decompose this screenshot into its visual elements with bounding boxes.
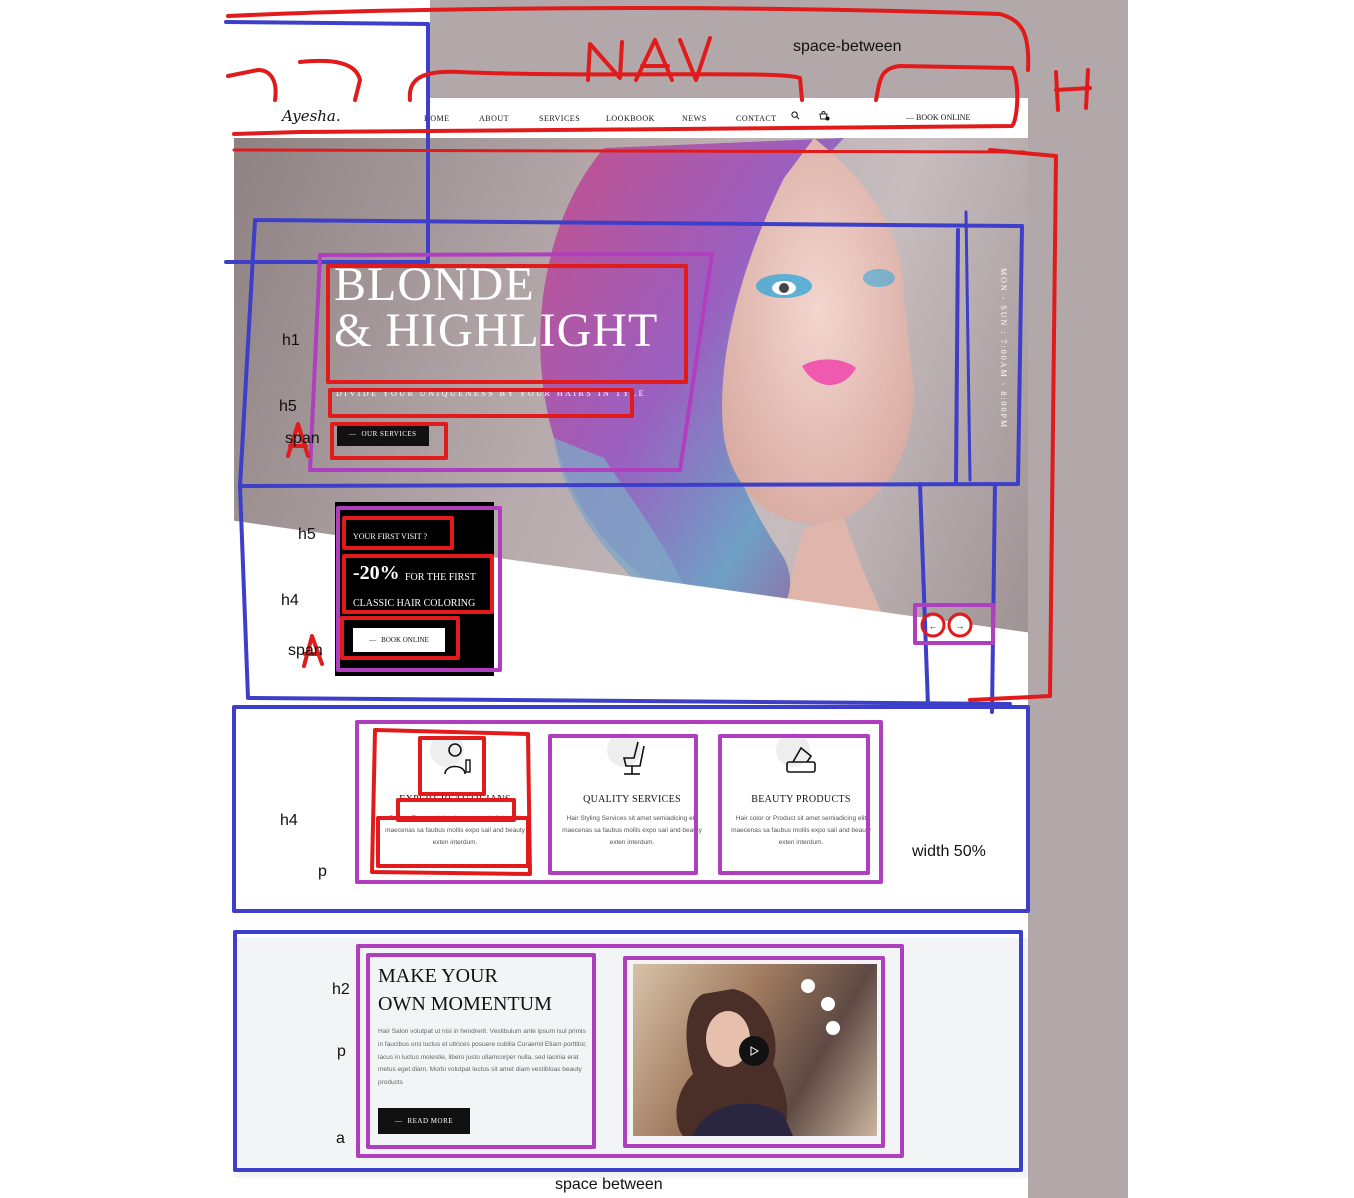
nav-item-contact[interactable]: CONTACT [736,114,777,123]
nav-item-news[interactable]: NEWS [682,114,707,123]
annotation-h2: h2 [332,981,350,998]
momentum-heading-line1: MAKE YOUR [378,965,498,987]
feature-title: BEAUTY PRODUCTS [751,794,851,805]
nav-item-services[interactable]: SERVICES [539,114,580,123]
promo-heading: YOUR FIRST VISIT ? [353,532,428,541]
promo-percent: -20% [353,562,400,584]
arrow-left-icon: ← [928,621,938,631]
hero-heading: BLONDE & HIGHLIGHT [334,258,659,357]
annotation-h4: h4 [280,812,298,829]
promo-line1: FOR THE FIRST [405,572,476,583]
navbar: Ayesha. HOME ABOUT SERVICES LOOKBOOK NEW… [234,98,1028,138]
dash-icon: — [394,1117,403,1125]
feature-title: QUALITY SERVICES [583,794,681,805]
feature-text: Hair Styling Services sit amet semiadici… [562,815,702,846]
hero: BLONDE & HIGHLIGHT DIVIDE YOUR UNIQUENES… [234,138,1028,676]
our-services-label: OUR SERVICES [361,430,417,438]
cosmetics-icon [776,733,821,778]
salon-chair-icon [607,733,652,778]
promo-box: YOUR FIRST VISIT ? -20% FOR THE FIRST CL… [335,502,494,676]
annotation-h4: h4 [281,592,299,609]
annotation-width: width 50% [912,843,986,860]
read-more-label: READ MORE [407,1117,454,1125]
annotation-h5: h5 [298,526,316,543]
momentum-text: Hair Salon volutpat ut nisl in hendrerit… [378,1028,587,1087]
opening-hours: MON - SUN : 7:00AM - 8:00PM [999,268,1008,430]
our-services-button[interactable]: — OUR SERVICES [337,422,429,446]
feature-card-products: BEAUTY PRODUCTS Hair color or Product si… [728,733,874,849]
slider-next-button[interactable]: → [950,616,970,636]
annotation-p: p [318,863,327,880]
arrow-right-icon: → [955,621,965,631]
hero-subtitle: DIVIDE YOUR UNIQUENESS BY YOUR HAIRS IN … [336,389,647,398]
feature-text: Beauty Experts dolor sit amet semiadicin… [385,815,525,846]
nav-book-online-link[interactable]: — BOOK ONLINE [906,113,970,122]
feature-text: Hair color or Product sit amet semiadici… [731,815,871,846]
slider-prev-button[interactable]: ← [923,616,943,636]
website-page: Ayesha. HOME ABOUT SERVICES LOOKBOOK NEW… [234,98,1028,1198]
annotation-space-between: space-between [793,38,902,55]
momentum-heading-line2: OWN MOMENTUM [378,993,552,1015]
feature-card-quality: QUALITY SERVICES Hair Styling Services s… [559,733,705,849]
cart-icon[interactable] [819,111,830,124]
feature-title: EXPERT BEAUTICIANS [399,794,511,805]
play-icon [750,1046,759,1056]
backdrop-top [430,0,1028,100]
backdrop-right [1028,0,1128,1198]
beautician-icon [430,733,475,778]
nav-item-lookbook[interactable]: LOOKBOOK [606,114,655,123]
logo[interactable]: Ayesha. [282,107,341,125]
hero-heading-line2: & HIGHLIGHT [334,304,659,357]
promo-book-label: BOOK ONLINE [381,636,429,644]
momentum-heading: MAKE YOUR OWN MOMENTUM [378,962,598,1018]
nav-book-online-label: BOOK ONLINE [916,113,971,122]
annotation-space-between: space between [555,1176,663,1193]
nav-item-about[interactable]: ABOUT [479,114,509,123]
annotation-a: a [336,1130,345,1147]
read-more-button[interactable]: — READ MORE [378,1108,470,1134]
search-icon[interactable] [791,111,800,123]
annotation-h5: h5 [279,398,297,415]
annotation-p: p [337,1043,346,1060]
annotation-h1: h1 [282,332,300,349]
promo-line2: CLASSIC HAIR COLORING [353,598,476,609]
hero-heading-line1: BLONDE [334,258,535,311]
annotation-span: span [288,642,323,659]
play-button[interactable] [739,1036,769,1066]
dash-icon: — [369,636,377,644]
annotation-span: span [285,430,320,447]
salon-video-thumbnail[interactable] [633,964,877,1136]
feature-card-beauticians: EXPERT BEAUTICIANS Beauty Experts dolor … [382,733,528,849]
features-section: EXPERT BEAUTICIANS Beauty Experts dolor … [234,708,1028,908]
dash-icon: — [349,430,357,438]
nav-item-home[interactable]: HOME [424,114,450,123]
promo-book-online-button[interactable]: — BOOK ONLINE [353,628,445,652]
momentum-section: MAKE YOUR OWN MOMENTUM Hair Salon volutp… [234,938,1028,1178]
